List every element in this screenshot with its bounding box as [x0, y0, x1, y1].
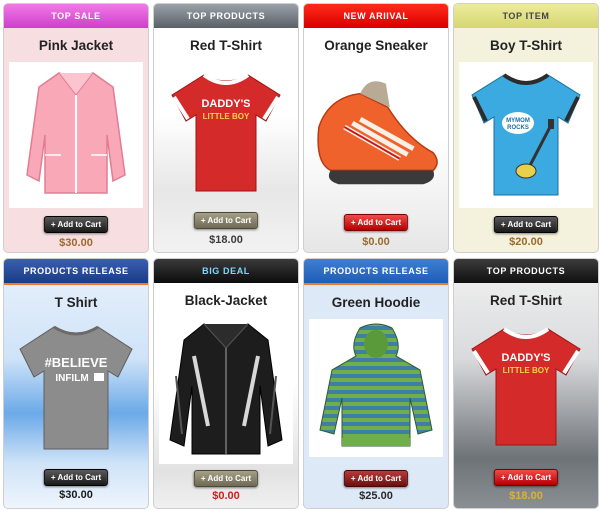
green-hoodie-image[interactable] — [309, 319, 443, 457]
pink-jacket-image[interactable] — [9, 62, 143, 208]
product-title: Pink Jacket — [38, 38, 114, 53]
product-card-pink-jacket: TOP SALE Pink Jacket + Add to Cart $30.00 — [3, 3, 149, 253]
card-banner: PRODUCTS RELEASE — [4, 259, 148, 285]
shirt-print-line2: LITTLE BOY — [203, 112, 250, 121]
boy-shirt-print-line1: MYMOM — [506, 118, 530, 124]
product-card-orange-sneaker: NEW ARIIVAL Orange Sneaker + Add to Cart … — [303, 3, 449, 253]
add-to-cart-button[interactable]: + Add to Cart — [493, 216, 559, 233]
add-to-cart-button[interactable]: + Add to Cart — [193, 470, 259, 487]
product-price: $18.00 — [509, 490, 543, 502]
card-banner: NEW ARIIVAL — [304, 4, 448, 28]
card-banner: PRODUCTS RELEASE — [304, 259, 448, 285]
product-price: $30.00 — [59, 237, 93, 249]
product-price: $20.00 — [509, 236, 543, 248]
add-to-cart-label: Add to Cart — [357, 474, 402, 483]
product-card-boy-tshirt: TOP ITEM Boy T-Shirt MYMOM ROCKS + Add to… — [453, 3, 599, 253]
red-tshirt-image[interactable]: DADDY'S LITTLE BOY — [459, 316, 593, 456]
product-price: $0.00 — [212, 490, 240, 502]
card-banner: BIG DEAL — [154, 259, 298, 283]
product-title: Red T-Shirt — [189, 38, 262, 53]
product-price: $18.00 — [209, 234, 243, 246]
add-to-cart-label: Add to Cart — [357, 218, 402, 227]
card-banner: TOP PRODUCTS — [154, 4, 298, 28]
product-title: Boy T-Shirt — [489, 38, 562, 53]
add-to-cart-button[interactable]: + Add to Cart — [343, 470, 409, 487]
shirt-print-line1: DADDY'S — [501, 352, 550, 364]
shirt-print-line1: DADDY'S — [201, 98, 250, 110]
add-to-cart-label: Add to Cart — [207, 474, 252, 483]
add-to-cart-button[interactable]: + Add to Cart — [43, 216, 109, 233]
boy-tshirt-image[interactable]: MYMOM ROCKS — [459, 62, 593, 208]
product-title: T Shirt — [54, 295, 98, 310]
red-tshirt-image[interactable]: DADDY'S LITTLE BOY — [159, 62, 293, 202]
product-title: Black-Jacket — [184, 293, 268, 308]
add-to-cart-button[interactable]: + Add to Cart — [343, 214, 409, 231]
add-to-cart-button[interactable]: + Add to Cart — [493, 469, 559, 486]
add-to-cart-button[interactable]: + Add to Cart — [43, 469, 109, 486]
product-card-black-jacket: BIG DEAL Black-Jacket + Add to Cart $0.00 — [153, 258, 299, 509]
product-price: $0.00 — [362, 236, 390, 248]
add-to-cart-label: Add to Cart — [207, 216, 252, 225]
product-title: Green Hoodie — [331, 295, 421, 310]
grey-tshirt-image[interactable]: #BELIEVE INFILM — [9, 314, 143, 459]
product-price: $30.00 — [59, 489, 93, 501]
product-card-t-shirt: PRODUCTS RELEASE T Shirt #BELIEVE INFILM… — [3, 258, 149, 509]
orange-sneaker-image[interactable] — [309, 59, 443, 204]
product-card-green-hoodie: PRODUCTS RELEASE Green Hoodie + Add to Ca… — [303, 258, 449, 509]
product-card-red-tshirt: TOP PRODUCTS Red T-Shirt DADDY'S LITTLE … — [153, 3, 299, 253]
add-to-cart-button[interactable]: + Add to Cart — [193, 212, 259, 229]
boy-shirt-print-line2: ROCKS — [507, 125, 529, 131]
product-title: Red T-Shirt — [489, 293, 562, 308]
card-banner: TOP ITEM — [454, 4, 598, 28]
product-card-red-tshirt-2: TOP PRODUCTS Red T-Shirt DADDY'S LITTLE … — [453, 258, 599, 509]
add-to-cart-label: Add to Cart — [507, 473, 552, 482]
product-price: $25.00 — [359, 490, 393, 502]
shirt-print-line2: LITTLE BOY — [503, 366, 550, 375]
card-banner: TOP SALE — [4, 4, 148, 28]
add-to-cart-label: Add to Cart — [57, 220, 102, 229]
product-title: Orange Sneaker — [324, 38, 428, 53]
grey-shirt-print-line2: INFILM — [55, 373, 88, 384]
black-jacket-image[interactable] — [159, 314, 293, 464]
card-banner: TOP PRODUCTS — [454, 259, 598, 283]
grey-shirt-print-line1: #BELIEVE — [45, 355, 108, 370]
add-to-cart-label: Add to Cart — [57, 473, 102, 482]
add-to-cart-label: Add to Cart — [507, 220, 552, 229]
